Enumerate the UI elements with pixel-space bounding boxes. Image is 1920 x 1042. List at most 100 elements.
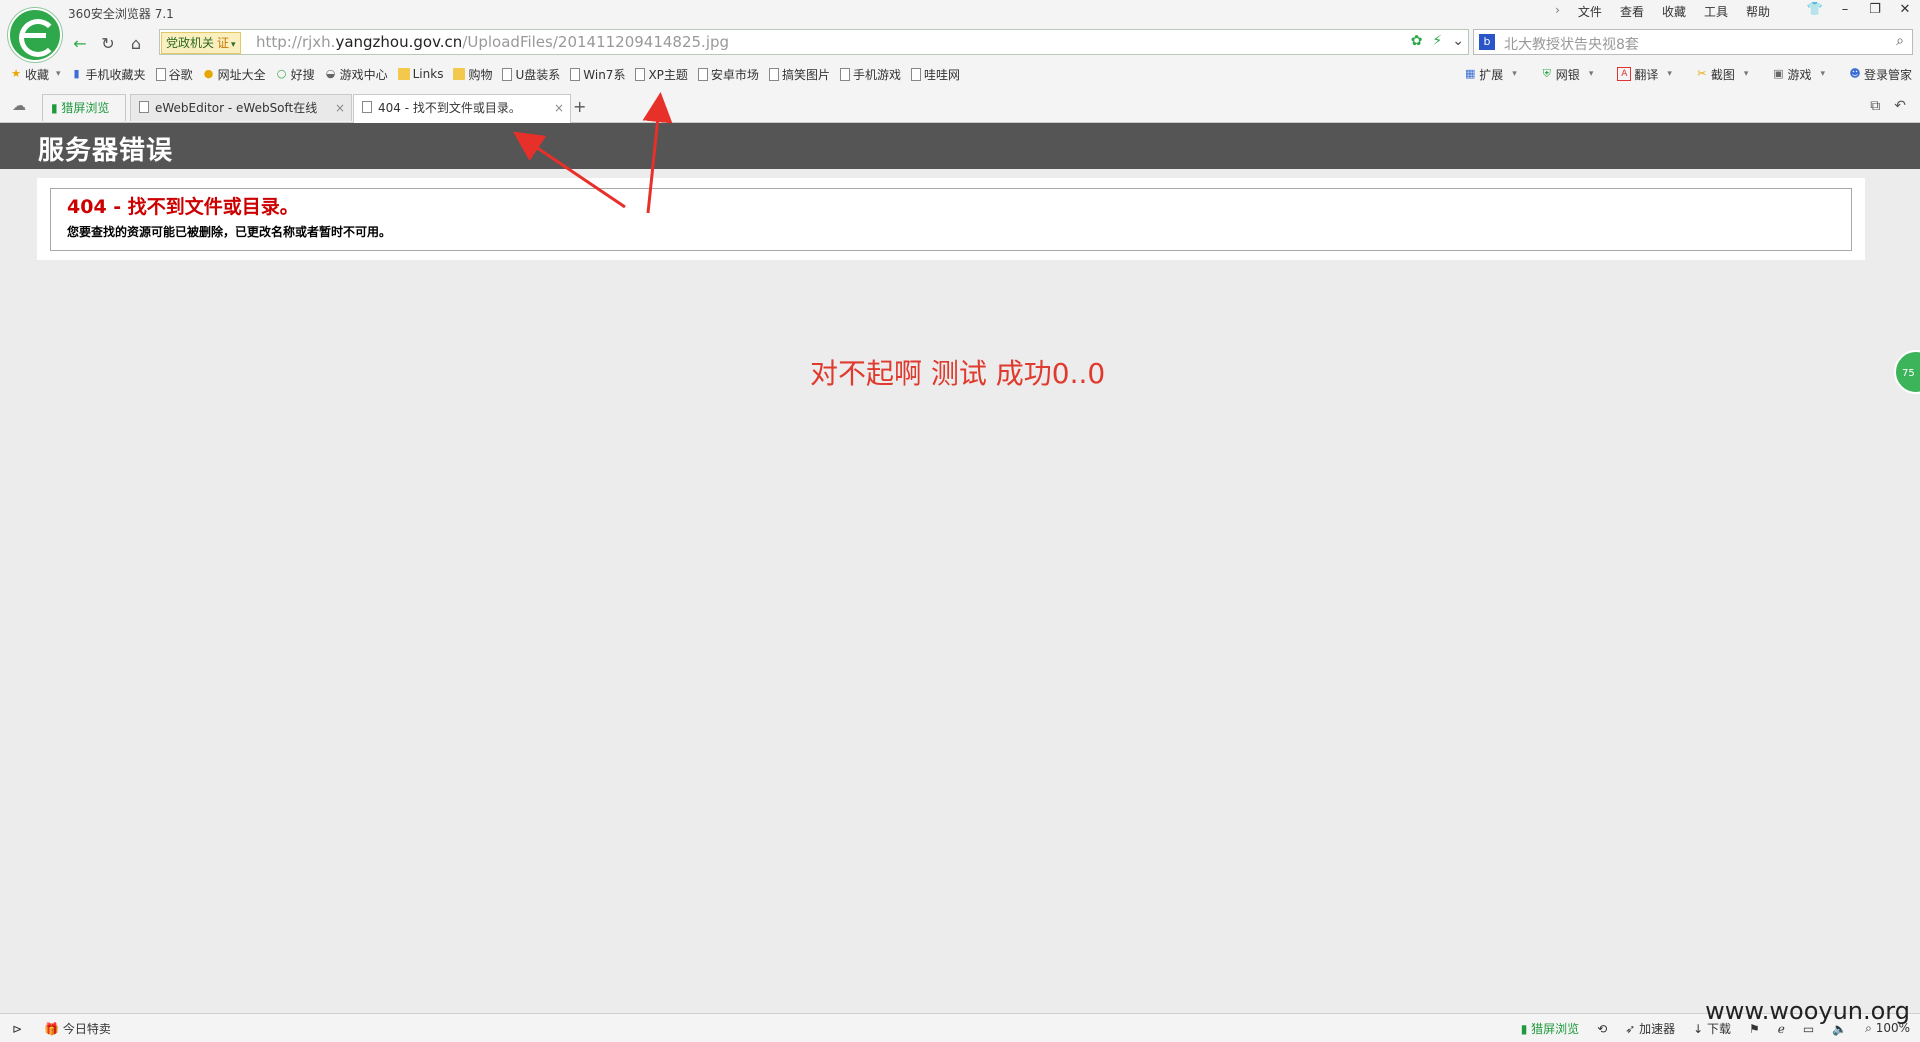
chevron-down-icon: ▾ <box>56 69 61 79</box>
toolbar-right: ▦ 扩展 ▾ ⛨ 网银 ▾ A 翻译 ▾ ✂ 截图 ▾ ▣ 游戏 ▾ ☻ 登录管家 <box>1454 62 1912 86</box>
shield-icon: ⛨ <box>1542 67 1551 80</box>
bookmark-label: Win7系 <box>583 67 626 82</box>
star-icon: ★ <box>11 67 21 80</box>
refresh-button[interactable]: ↻ <box>94 30 122 56</box>
gov-badge[interactable]: 党政机关证 ▾ <box>161 32 241 54</box>
address-bar[interactable]: 党政机关证 ▾ http://rjxh.yangzhou.gov.cn/Uploa… <box>159 29 1469 55</box>
netbank-button[interactable]: ⛨ 网银 ▾ <box>1541 66 1594 83</box>
chevron-down-icon: ▾ <box>1588 69 1594 79</box>
bookmark-label: Links <box>412 67 444 81</box>
overlay-message: 对不起啊 测试 成功0..0 <box>810 357 1106 390</box>
user-icon: ☻ <box>1849 67 1861 80</box>
bookmark-google[interactable]: 谷歌 <box>155 66 193 83</box>
bookmark-mobile-games[interactable]: 手机游戏 <box>839 66 901 83</box>
chevron-right-icon[interactable]: › <box>1555 3 1560 20</box>
page-icon <box>155 67 166 81</box>
bookmark-label: U盘装系 <box>515 67 561 82</box>
menu-view[interactable]: 查看 <box>1620 3 1644 20</box>
gov-badge-label: 党政机关 <box>166 36 215 50</box>
close-tab-icon[interactable]: × <box>330 95 345 121</box>
address-icons: ✿ ⚡ ⌄ <box>1411 33 1464 49</box>
lightning-icon[interactable]: ⚡ <box>1432 33 1442 49</box>
split-screen-status[interactable]: ▮ 猎屏浏览 <box>1521 1020 1579 1037</box>
gamepad-icon: ◒ <box>325 67 336 80</box>
tab-404[interactable]: 404 - 找不到文件或目录。 × <box>353 94 571 123</box>
page-icon <box>139 101 149 113</box>
menu-file[interactable]: 文件 <box>1578 3 1602 20</box>
search-engine-icon[interactable]: b <box>1479 34 1495 50</box>
bookmark-label: XP主题 <box>648 67 688 82</box>
refresh-status-icon[interactable]: ⟲ <box>1597 1022 1607 1036</box>
maximize-icon[interactable]: ❐ <box>1860 0 1890 20</box>
status-label: 加速器 <box>1639 1022 1676 1036</box>
bookmark-shopping[interactable]: 购物 <box>453 66 492 83</box>
login-manager-button[interactable]: ☻ 登录管家 <box>1849 66 1912 83</box>
undo-close-icon[interactable]: ↶ <box>1894 98 1906 114</box>
gift-icon: 🎁 <box>44 1022 63 1036</box>
secure-icon[interactable]: ✿ <box>1411 33 1423 49</box>
tab-label: 猎屏浏览 <box>61 101 110 115</box>
bookmark-android[interactable]: 安卓市场 <box>697 66 759 83</box>
window-controls: 👕 – ❐ ✕ <box>1800 0 1920 20</box>
side-float-button[interactable]: 75 <box>1894 350 1920 394</box>
bookmark-usb[interactable]: U盘装系 <box>502 66 560 83</box>
status-label: 今日特卖 <box>62 1022 111 1036</box>
home-button[interactable]: ⌂ <box>122 30 150 56</box>
error-title: 404 - 找不到文件或目录。 <box>67 196 299 218</box>
search-icon[interactable]: ⌕ <box>1896 33 1904 49</box>
games-button[interactable]: ▣ 游戏 ▾ <box>1772 66 1825 83</box>
url-text[interactable]: http://rjxh.yangzhou.gov.cn/UploadFiles/… <box>256 33 729 51</box>
sidebar-toggle-icon[interactable]: ⊳ <box>12 1022 22 1036</box>
cloud-icon[interactable]: ☁ <box>12 98 26 114</box>
bookmark-mobile[interactable]: ▮ 手机收藏夹 <box>71 66 146 83</box>
bookmark-xp[interactable]: XP主题 <box>635 66 688 83</box>
bookmark-url-guide[interactable]: ● 网址大全 <box>203 66 266 83</box>
search-input[interactable]: 北大教授状告央视8套 <box>1504 34 1639 54</box>
new-tab-button[interactable]: + <box>573 97 586 116</box>
accelerator-button[interactable]: ➶ 加速器 <box>1625 1020 1675 1037</box>
tab-ewebeditor[interactable]: eWebEditor - eWebSoft在线 × <box>130 94 352 121</box>
window-title: 360安全浏览器 7.1 <box>68 7 174 21</box>
bookmark-game-center[interactable]: ◒ 游戏中心 <box>325 66 388 83</box>
toolbar-label: 游戏 <box>1787 67 1812 82</box>
bookmark-favorites[interactable]: ★ 收藏 ▾ <box>10 66 61 83</box>
menu-help[interactable]: 帮助 <box>1746 3 1770 20</box>
extensions-button[interactable]: ▦ 扩展 ▾ <box>1464 66 1517 83</box>
bookmark-haosou[interactable]: ○ 好搜 <box>276 66 315 83</box>
page-icon <box>697 67 708 81</box>
chevron-down-icon: ▾ <box>231 40 236 50</box>
error-header: 服务器错误 <box>0 123 1920 169</box>
chevron-down-icon: ▾ <box>1667 69 1672 79</box>
menu-tools[interactable]: 工具 <box>1704 3 1728 20</box>
today-sale-button[interactable]: 🎁 今日特卖 <box>44 1020 111 1037</box>
translate-button[interactable]: A 翻译 ▾ <box>1617 66 1672 83</box>
bookmark-label: 好搜 <box>290 67 315 82</box>
search-box[interactable]: b 北大教授状告央视8套 ⌕ <box>1473 29 1913 55</box>
screenshot-button[interactable]: ✂ 截图 ▾ <box>1696 66 1748 83</box>
skin-icon[interactable]: 👕 <box>1800 0 1830 20</box>
error-description: 您要查找的资源可能已被删除，已更改名称或者暂时不可用。 <box>67 225 392 239</box>
split-icon: ▮ <box>1520 1022 1532 1036</box>
chevron-down-icon[interactable]: ⌄ <box>1452 33 1464 49</box>
page-icon <box>839 67 850 81</box>
tab-strip-right: ⧉ ↶ <box>1870 98 1906 114</box>
close-icon[interactable]: ✕ <box>1890 0 1920 20</box>
toolbar-label: 截图 <box>1710 67 1735 82</box>
bookmark-win7[interactable]: Win7系 <box>570 66 625 83</box>
bookmark-funny[interactable]: 搞笑图片 <box>768 66 830 83</box>
tab-strip: ☁ ▮ 猎屏浏览 eWebEditor - eWebSoft在线 × 404 -… <box>0 92 1920 123</box>
close-tab-icon[interactable]: × <box>554 95 564 121</box>
bookmark-label: 手机游戏 <box>852 67 901 82</box>
bookmark-links[interactable]: Links <box>397 67 444 81</box>
split-screen-tab[interactable]: ▮ 猎屏浏览 <box>42 94 126 121</box>
bookmark-label: 游戏中心 <box>339 67 388 82</box>
watermark: www.wooyun.org <box>1705 997 1910 1025</box>
minimize-icon[interactable]: – <box>1830 0 1860 20</box>
split-icon: ▮ <box>51 101 62 115</box>
globe-icon: ● <box>203 67 214 80</box>
menu-favorites[interactable]: 收藏 <box>1662 3 1686 20</box>
bookmark-wawa[interactable]: 哇哇网 <box>910 66 960 83</box>
restore-tabs-icon[interactable]: ⧉ <box>1870 98 1880 114</box>
back-button[interactable]: ← <box>66 30 94 56</box>
page-icon <box>768 67 779 81</box>
